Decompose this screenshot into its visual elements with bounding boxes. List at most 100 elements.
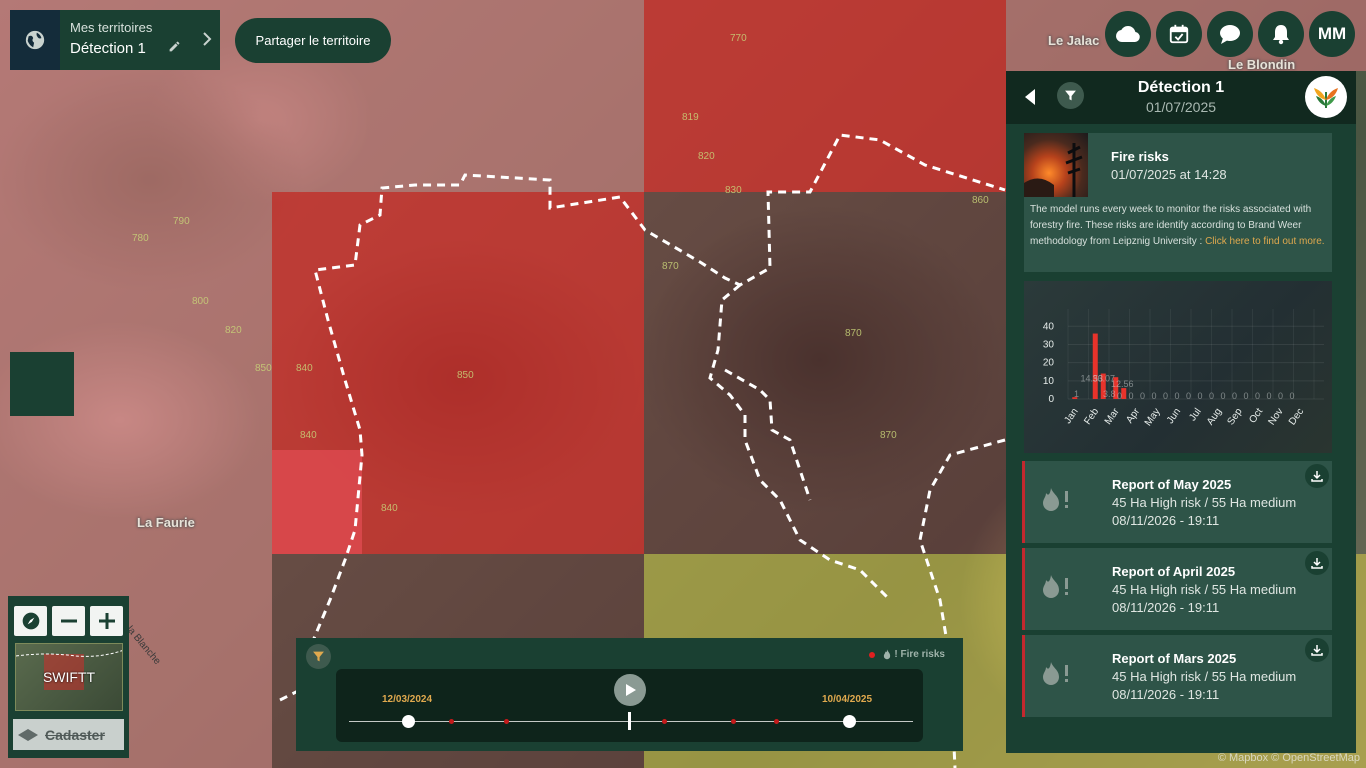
contour-label: 860 [972, 195, 989, 206]
download-icon[interactable] [1305, 464, 1329, 488]
find-out-more-link[interactable]: Click here to find out more. [1205, 236, 1325, 247]
data-label: 0 [1163, 391, 1168, 401]
play-button[interactable] [614, 674, 646, 706]
y-tick-label: 0 [1048, 394, 1054, 405]
x-tick-label: Jul [1187, 406, 1203, 423]
report-title: Report of May 2025 [1112, 477, 1232, 492]
user-avatar[interactable]: MM [1309, 11, 1355, 57]
legend-label: Fire risks [900, 649, 945, 660]
contour-label: 870 [662, 261, 679, 272]
timeline-end-handle[interactable] [843, 715, 856, 728]
report-card[interactable]: Report of May 2025 45 Ha High risk / 55 … [1022, 461, 1332, 543]
bell-icon[interactable] [1258, 11, 1304, 57]
filter-icon [313, 651, 324, 662]
y-tick-label: 40 [1043, 321, 1055, 332]
map-overlay-panel[interactable] [10, 352, 74, 416]
play-icon [626, 684, 636, 696]
chevron-right-icon[interactable] [202, 32, 212, 51]
timeline-start-handle[interactable] [402, 715, 415, 728]
basemap-minimap[interactable]: SWIFTT [15, 643, 123, 711]
data-label: 0 [1198, 391, 1203, 401]
x-tick-label: Apr [1124, 406, 1142, 426]
flame-warning-icon [1040, 659, 1074, 689]
contour-label: 840 [296, 363, 313, 374]
timeline-legend: ! Fire risks [869, 649, 945, 660]
place-label: La Faurie [137, 515, 195, 530]
timeline-event-marker[interactable] [774, 719, 779, 724]
fire-risk-chart: 0 10 20 30 40 1 36.07 14.53 12.56 3.8 0 0 0 0 0 0 0 0 0 0 0 0… [1024, 281, 1332, 453]
fire-card-title: Fire risks [1111, 149, 1169, 164]
timeline-panel: ! Fire risks 12/03/2024 10/04/2025 [296, 638, 963, 751]
pencil-icon[interactable] [168, 40, 181, 58]
report-card[interactable]: Report of April 2025 45 Ha High risk / 5… [1022, 548, 1332, 630]
brand-logo [1305, 76, 1347, 118]
timeline-event-marker[interactable] [504, 719, 509, 724]
contour-label: 770 [730, 33, 747, 44]
contour-label: 790 [173, 216, 190, 227]
compass-button[interactable] [14, 606, 47, 636]
download-icon[interactable] [1305, 551, 1329, 575]
x-tick-label: Jan [1062, 406, 1080, 426]
x-tick-label: Nov [1266, 406, 1285, 427]
cloud-icon[interactable] [1105, 11, 1151, 57]
contour-label: 870 [845, 328, 862, 339]
data-label: 0 [1175, 391, 1180, 401]
timeline-event-marker[interactable] [731, 719, 736, 724]
timeline-event-marker[interactable] [662, 719, 667, 724]
back-arrow-icon[interactable] [1024, 89, 1036, 110]
data-label: 12.56 [1111, 379, 1134, 389]
data-label: 0 [1209, 391, 1214, 401]
data-label: 0 [1278, 391, 1283, 401]
data-label: 0 [1232, 391, 1237, 401]
zoom-in-button[interactable] [90, 606, 123, 636]
user-initials: MM [1317, 24, 1347, 43]
data-label: 0 [1152, 391, 1157, 401]
x-tick-label: Oct [1247, 406, 1265, 425]
map-attribution[interactable]: © Mapbox © OpenStreetMap [1218, 752, 1360, 764]
timeline-cursor[interactable] [628, 712, 631, 730]
contour-label: 820 [698, 151, 715, 162]
data-label: 0 [1117, 391, 1122, 401]
fire-card-description: The model runs every week to monitor the… [1030, 202, 1326, 250]
wheat-logo-icon [1314, 88, 1338, 108]
legend-dot [869, 651, 876, 658]
contour-label: 850 [457, 370, 474, 381]
timeline-event-marker[interactable] [449, 719, 454, 724]
contour-label: 820 [225, 325, 242, 336]
chat-icon[interactable] [1207, 11, 1253, 57]
contour-label: 850 [255, 363, 272, 374]
data-label: 1 [1074, 389, 1079, 399]
contour-label: 800 [192, 296, 209, 307]
report-card[interactable]: Report of Mars 2025 45 Ha High risk / 55… [1022, 635, 1332, 717]
territory-selector[interactable]: Mes territoires Détection 1 [10, 10, 220, 70]
contour-label: 840 [300, 430, 317, 441]
timeline-track-area: 12/03/2024 10/04/2025 [336, 669, 923, 742]
share-territory-button[interactable]: Partager le territoire [235, 18, 391, 63]
contour-label: 870 [880, 430, 897, 441]
y-tick-label: 10 [1043, 376, 1055, 387]
chart-bar [1092, 333, 1098, 399]
data-label: 0 [1140, 391, 1145, 401]
flame-icon [884, 649, 891, 660]
timeline-track[interactable] [349, 721, 913, 722]
fire-risks-card[interactable]: Fire risks 01/07/2025 at 14:28 The model… [1024, 133, 1332, 272]
layers-icon [18, 728, 38, 741]
panel-header: Détection 1 01/07/2025 [1006, 71, 1356, 124]
place-label: Le Blondin [1228, 57, 1296, 72]
data-label: 0 [1186, 391, 1191, 401]
cadastre-label: Cadaster [45, 726, 105, 743]
calendar-check-icon[interactable] [1156, 11, 1202, 57]
report-date: 08/11/2026 - 19:11 [1112, 513, 1220, 528]
forest-fire-image [1024, 143, 1083, 197]
panel-filter-button[interactable] [1057, 82, 1084, 109]
flame-warning-icon [1040, 485, 1074, 515]
cadastre-toggle-button[interactable]: Cadaster [13, 719, 124, 750]
x-tick-label: May [1143, 406, 1163, 428]
report-title: Report of April 2025 [1112, 564, 1236, 579]
report-date: 08/11/2026 - 19:11 [1112, 687, 1220, 702]
zoom-out-button[interactable] [52, 606, 85, 636]
minus-icon [60, 619, 77, 623]
contour-label: 830 [725, 185, 742, 196]
download-icon[interactable] [1305, 638, 1329, 662]
filter-button[interactable] [306, 644, 331, 669]
